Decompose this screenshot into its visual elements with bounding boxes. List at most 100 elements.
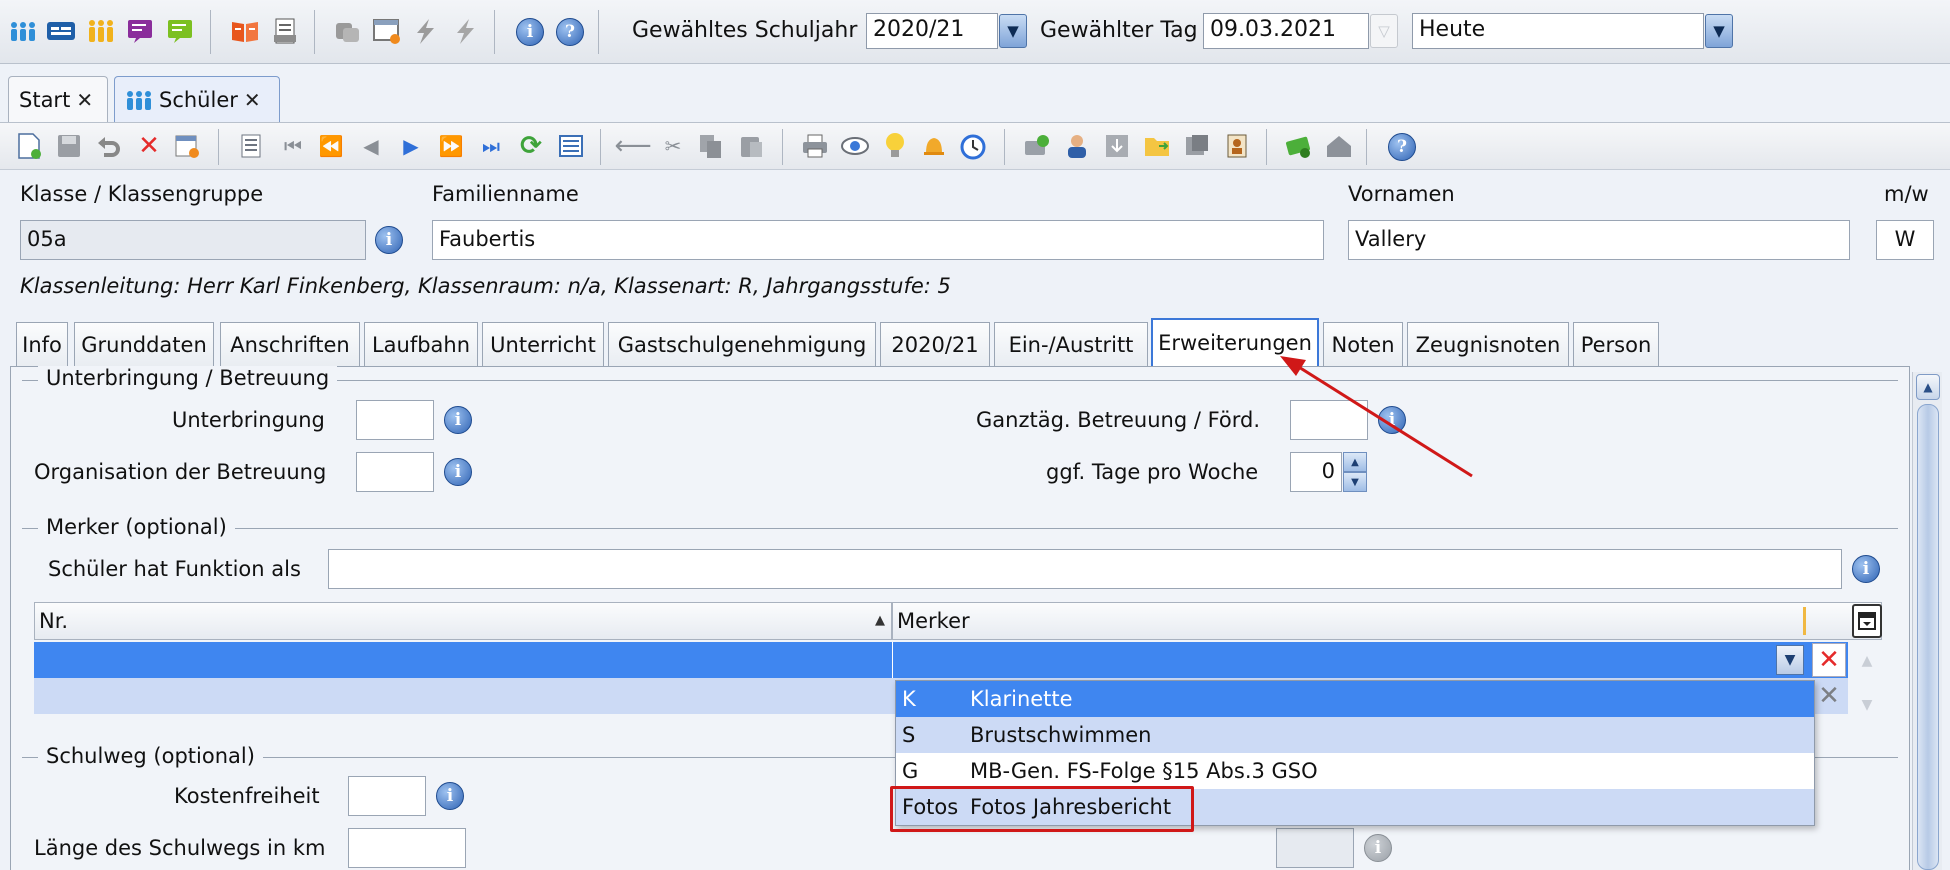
delete-row-button[interactable]: ✕ — [1812, 643, 1846, 677]
sort-asc-icon[interactable]: ▲ — [875, 613, 885, 628]
vertical-scrollbar[interactable]: ▲ — [1912, 372, 1942, 870]
info-icon[interactable]: i — [1852, 555, 1880, 583]
first-name-label: Vornamen — [1348, 182, 1455, 206]
class-field[interactable]: 05a — [20, 220, 366, 260]
back-arrow-icon[interactable]: ⟵ — [614, 131, 651, 161]
table-settings-icon — [1858, 612, 1876, 630]
info-icon[interactable]: i — [516, 18, 544, 46]
column-chooser-button[interactable] — [1852, 604, 1882, 638]
column-header-marker[interactable]: Merker — [892, 602, 1882, 640]
class-icon[interactable] — [46, 16, 76, 46]
list-icon[interactable] — [236, 131, 266, 161]
prev-fast-icon[interactable]: ⏪ — [316, 131, 346, 161]
tab-schueler[interactable]: Schüler ✕ — [114, 76, 280, 122]
column-header-nr[interactable]: Nr. ▲ — [34, 602, 892, 640]
window-warning-icon[interactable] — [372, 16, 402, 46]
edit-form-icon[interactable] — [172, 131, 202, 161]
people-icon[interactable] — [8, 16, 38, 46]
scroll-up-icon[interactable]: ▲ — [1916, 374, 1940, 400]
tab-start-label: Start — [19, 87, 71, 112]
route-length-field[interactable] — [348, 828, 466, 868]
care-organisation-field[interactable] — [356, 452, 434, 492]
first-name-field[interactable]: Vallery — [1348, 220, 1850, 260]
list-item[interactable]: S Brustschwimmen — [896, 717, 1814, 753]
delete-row-button-disabled[interactable]: ✕ — [1812, 679, 1846, 713]
tab-unterricht[interactable]: Unterricht — [482, 322, 604, 366]
alarm-icon[interactable] — [958, 131, 988, 161]
screen-green-icon[interactable] — [166, 16, 196, 46]
today-select[interactable]: Heute — [1412, 13, 1704, 49]
cut-icon[interactable]: ✂ — [658, 131, 688, 161]
house-icon[interactable] — [1324, 131, 1354, 161]
info-icon[interactable]: i — [444, 458, 472, 486]
print-icon[interactable] — [800, 131, 830, 161]
book-icon[interactable] — [230, 16, 260, 46]
lightning-alt-icon[interactable] — [450, 16, 480, 46]
idea-icon[interactable] — [880, 131, 910, 161]
today-dropdown-button[interactable]: ▼ — [1705, 14, 1733, 48]
next-icon[interactable]: ▶ — [396, 131, 426, 161]
prev-icon[interactable]: ◀ — [356, 131, 386, 161]
list-item[interactable]: K Klarinette — [896, 681, 1814, 717]
info-icon[interactable]: i — [444, 406, 472, 434]
refresh-icon[interactable]: ⟳ — [516, 131, 546, 161]
row-down-icon[interactable]: ▼ — [1852, 690, 1882, 720]
import-icon[interactable] — [1102, 131, 1132, 161]
list-view-icon[interactable] — [556, 131, 586, 161]
marker-dropdown-button[interactable]: ▼ — [1776, 645, 1804, 675]
info-icon[interactable]: i — [1364, 834, 1392, 862]
new-icon[interactable] — [14, 131, 44, 161]
school-year-dropdown-button[interactable]: ▼ — [999, 14, 1027, 48]
school-year-select[interactable]: 2020/21 — [866, 13, 998, 49]
undo-icon[interactable] — [94, 131, 124, 161]
next-fast-icon[interactable]: ⏩ — [436, 131, 466, 161]
tab-ein-austritt[interactable]: Ein-/Austritt — [994, 322, 1148, 366]
tab-anschriften[interactable]: Anschriften — [220, 322, 360, 366]
money-icon[interactable] — [1284, 131, 1314, 161]
day-field[interactable]: 09.03.2021 — [1203, 13, 1369, 49]
tab-laufbahn[interactable]: Laufbahn — [364, 322, 478, 366]
table-row[interactable] — [34, 642, 1848, 678]
contacts-icon[interactable] — [1222, 131, 1252, 161]
gear-grey-icon[interactable] — [332, 16, 362, 46]
module-icon[interactable] — [1182, 131, 1212, 161]
teachers-icon[interactable] — [86, 16, 116, 46]
tab-info[interactable]: Info — [16, 322, 68, 366]
folder-icon[interactable] — [1142, 131, 1172, 161]
row-up-icon[interactable]: ▲ — [1852, 646, 1882, 676]
delete-icon[interactable]: ✕ — [134, 131, 164, 161]
report-icon[interactable] — [270, 16, 300, 46]
lightning-icon[interactable] — [410, 16, 440, 46]
info-icon[interactable]: i — [436, 782, 464, 810]
close-icon[interactable]: ✕ — [76, 88, 93, 112]
day-dropdown-button[interactable]: ▽ — [1370, 14, 1398, 48]
gender-field[interactable]: W — [1876, 220, 1934, 260]
paste-icon[interactable] — [736, 131, 766, 161]
tab-start[interactable]: Start ✕ — [8, 76, 108, 122]
bell-icon[interactable] — [918, 131, 948, 161]
first-icon[interactable]: ⏮ — [278, 131, 308, 161]
tab-schuljahr[interactable]: 2020/21 — [880, 322, 990, 366]
preview-icon[interactable] — [840, 131, 870, 161]
tab-person[interactable]: Person — [1573, 322, 1659, 366]
tab-gastschulgenehmigung[interactable]: Gastschulgenehmigung — [608, 322, 876, 366]
tab-grunddaten[interactable]: Grunddaten — [74, 322, 214, 366]
export-icon[interactable] — [1022, 131, 1052, 161]
cost-free-field[interactable] — [348, 776, 426, 816]
column-resize-handle[interactable] — [1803, 607, 1806, 635]
screen-purple-icon[interactable] — [126, 16, 156, 46]
function-field[interactable] — [328, 549, 1842, 589]
last-icon[interactable]: ⏭ — [476, 131, 506, 161]
info-icon[interactable]: i — [375, 226, 403, 254]
list-item[interactable]: G MB-Gen. FS-Folge §15 Abs.3 GSO — [896, 753, 1814, 789]
help-icon[interactable]: ? — [1388, 133, 1416, 161]
close-icon[interactable]: ✕ — [244, 88, 261, 112]
route-extra-field[interactable] — [1276, 828, 1354, 868]
family-name-field[interactable]: Faubertis — [432, 220, 1324, 260]
accommodation-field[interactable] — [356, 400, 434, 440]
scroll-thumb[interactable] — [1917, 404, 1939, 870]
copy-icon[interactable] — [696, 131, 726, 161]
save-icon[interactable] — [54, 131, 84, 161]
help-icon[interactable]: ? — [556, 18, 584, 46]
user-icon[interactable] — [1062, 131, 1092, 161]
